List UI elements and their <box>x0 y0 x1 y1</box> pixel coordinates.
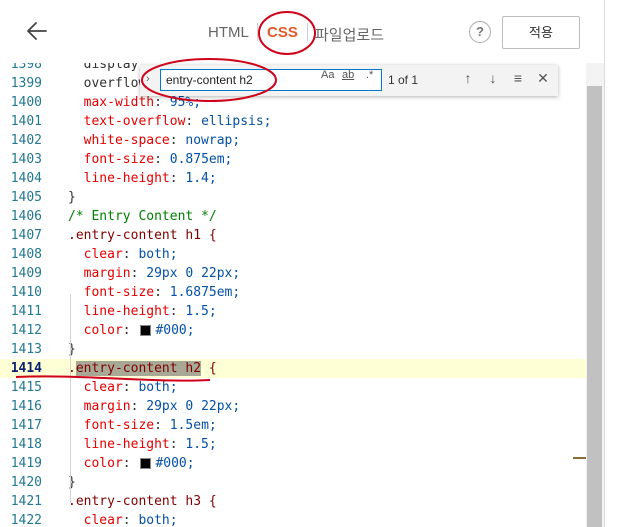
line-number: 1409 <box>10 266 42 281</box>
close-icon[interactable]: ✕ <box>535 70 551 87</box>
code-text: margin: 29px 0 22px; <box>83 399 241 414</box>
tab-divider <box>307 23 308 41</box>
code-line[interactable]: 1406 /* Entry Content */ <box>0 207 586 226</box>
line-number: 1418 <box>10 437 42 452</box>
apply-button[interactable]: 적용 <box>502 16 580 49</box>
line-number: 1415 <box>10 380 42 395</box>
code-text: color: #000; <box>83 323 195 338</box>
line-number: 1417 <box>10 418 42 433</box>
code-text: font-size: 0.875em; <box>83 152 233 167</box>
code-text: line-height: 1.5; <box>83 304 217 319</box>
tab-css[interactable]: CSS <box>267 24 298 41</box>
line-number: 1420 <box>10 475 42 490</box>
code-text: font-size: 1.6875em; <box>83 285 241 300</box>
code-line[interactable]: 1421 .entry-content h3 { <box>0 492 586 511</box>
toggle-replace-icon[interactable]: › <box>146 73 150 85</box>
tab-html[interactable]: HTML <box>208 24 249 41</box>
code-line[interactable]: 1417 font-size: 1.5em; <box>0 416 586 435</box>
code-line[interactable]: 1410 font-size: 1.6875em; <box>0 283 586 302</box>
line-number: 1398 <box>10 63 42 72</box>
code-text: .entry-content h2 { <box>68 361 217 376</box>
code-line[interactable]: 1407 .entry-content h1 { <box>0 226 586 245</box>
code-text: } <box>68 190 76 205</box>
line-number: 1399 <box>10 76 42 91</box>
line-number: 1421 <box>10 494 42 509</box>
help-button[interactable]: ? <box>469 21 491 43</box>
find-widget: › entry-content h2 Aa ab .* 1 of 1 ↑ ↓ ≡… <box>140 65 558 96</box>
scrollbar-thumb[interactable] <box>587 86 602 527</box>
code-line[interactable]: 1403 font-size: 0.875em; <box>0 150 586 169</box>
line-number: 1403 <box>10 152 42 167</box>
line-number: 1404 <box>10 171 42 186</box>
color-swatch[interactable] <box>140 325 152 336</box>
code-text: /* Entry Content */ <box>68 209 217 224</box>
line-number: 1412 <box>10 323 42 338</box>
tab-file-upload[interactable]: 파일업로드 <box>315 24 384 45</box>
code-line[interactable]: 1401 text-overflow: ellipsis; <box>0 112 586 131</box>
line-number: 1401 <box>10 114 42 129</box>
arrow-down-icon[interactable]: ↓ <box>485 70 501 86</box>
code-line[interactable]: 1402 white-space: nowrap; <box>0 131 586 150</box>
code-line[interactable]: 1422 clear: both; <box>0 511 586 527</box>
code-line[interactable]: 1412 color: #000; <box>0 321 586 340</box>
find-in-selection-icon[interactable]: ≡ <box>510 70 526 86</box>
code-text: clear: both; <box>83 513 178 527</box>
line-number: 1407 <box>10 228 42 243</box>
code-text: font-size: 1.5em; <box>83 418 217 433</box>
window-edge <box>604 0 622 527</box>
line-number: 1413 <box>10 342 42 357</box>
code-line[interactable]: 1415 clear: both; <box>0 378 586 397</box>
line-number: 1414 <box>10 361 42 376</box>
find-query: entry-content h2 <box>166 73 253 87</box>
code-line[interactable]: 1405} <box>0 188 586 207</box>
match-count: 1 of 1 <box>388 73 419 87</box>
code-text: line-height: 1.5; <box>83 437 217 452</box>
whole-word-toggle[interactable]: ab <box>342 69 354 81</box>
arrow-left-icon[interactable] <box>24 18 50 44</box>
code-line[interactable]: 1419 color: #000; <box>0 454 586 473</box>
overview-ruler-match-marker <box>573 457 586 459</box>
code-text: .entry-content h3 { <box>68 494 217 509</box>
code-line[interactable]: 1408 clear: both; <box>0 245 586 264</box>
code-line[interactable]: 1413} <box>0 340 586 359</box>
line-number: 1416 <box>10 399 42 414</box>
line-number: 1419 <box>10 456 42 471</box>
code-editor[interactable]: 1398 display 1399 overflow 1400 max-width:… <box>0 63 586 527</box>
code-text: color: #000; <box>83 456 195 471</box>
indent-guide <box>70 389 71 503</box>
code-line[interactable]: 1414 .entry-content h2 { <box>0 359 586 378</box>
code-line[interactable]: 1418 line-height: 1.5; <box>0 435 586 454</box>
code-line[interactable]: 1420} <box>0 473 586 492</box>
tab-divider <box>257 23 258 41</box>
line-number: 1405 <box>10 190 42 205</box>
search-match-highlight: entry-content h2 <box>75 361 202 376</box>
line-number: 1411 <box>10 304 42 319</box>
match-case-toggle[interactable]: Aa <box>321 69 334 81</box>
code-line[interactable]: 1409 margin: 29px 0 22px; <box>0 264 586 283</box>
code-text: overflow <box>68 76 147 91</box>
code-text: line-height: 1.4; <box>83 171 217 186</box>
editor-header: HTML CSS 파일업로드 ? 적용 <box>0 0 604 64</box>
line-number: 1410 <box>10 285 42 300</box>
regex-toggle[interactable]: .* <box>366 69 373 81</box>
code-text: clear: both; <box>83 380 178 395</box>
line-number: 1400 <box>10 95 42 110</box>
color-swatch[interactable] <box>140 458 152 469</box>
code-text: .entry-content h1 { <box>68 228 217 243</box>
line-number: 1422 <box>10 513 42 527</box>
code-text: margin: 29px 0 22px; <box>83 266 241 281</box>
code-text: white-space: nowrap; <box>83 133 241 148</box>
arrow-up-icon[interactable]: ↑ <box>460 70 476 86</box>
line-number: 1408 <box>10 247 42 262</box>
code-line[interactable]: 1416 margin: 29px 0 22px; <box>0 397 586 416</box>
line-number: 1406 <box>10 209 42 224</box>
code-line[interactable]: 1411 line-height: 1.5; <box>0 302 586 321</box>
line-number: 1402 <box>10 133 42 148</box>
code-text: text-overflow: ellipsis; <box>83 114 272 129</box>
code-text: clear: both; <box>83 247 178 262</box>
code-text: display <box>68 63 139 72</box>
code-line[interactable]: 1404 line-height: 1.4; <box>0 169 586 188</box>
